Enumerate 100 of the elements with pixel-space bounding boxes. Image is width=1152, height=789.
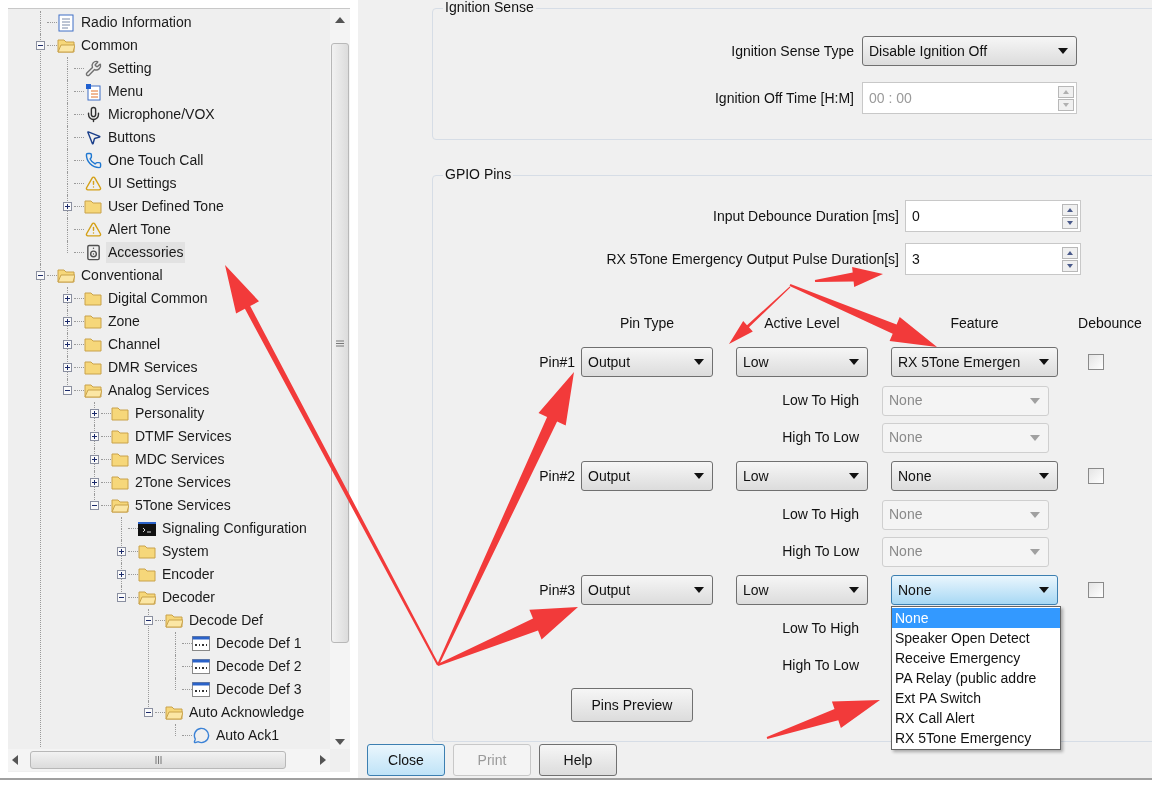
- tree-item[interactable]: Conventional: [79, 265, 165, 286]
- tree-item[interactable]: Decode Def 1: [214, 633, 304, 654]
- tree-item[interactable]: UI Settings: [106, 173, 179, 194]
- tree-item[interactable]: MDC Services: [133, 449, 227, 470]
- scroll-left-icon[interactable]: [12, 755, 18, 765]
- caret-icon: [694, 587, 704, 593]
- scroll-right-icon[interactable]: [320, 755, 326, 765]
- horizontal-scrollbar[interactable]: [8, 749, 330, 771]
- dropdown[interactable]: Disable Ignition Off: [862, 36, 1077, 66]
- expand-toggle-icon[interactable]: [89, 409, 99, 418]
- spin-field[interactable]: 3: [905, 243, 1081, 275]
- tree-item[interactable]: DTMF Services: [133, 426, 234, 447]
- field-label: Input Debounce Duration [ms]: [713, 206, 899, 226]
- tree-item[interactable]: Menu: [106, 81, 146, 102]
- expand-toggle-icon[interactable]: [62, 317, 72, 326]
- checkbox[interactable]: [1088, 468, 1104, 484]
- column-header: Feature: [949, 313, 1000, 333]
- expand-toggle-icon[interactable]: [89, 455, 99, 464]
- scrollbar-thumb[interactable]: [331, 43, 349, 643]
- dropdown[interactable]: None: [891, 575, 1058, 605]
- tree-item[interactable]: Decode Def 2: [214, 656, 304, 677]
- expand-toggle-icon[interactable]: [62, 363, 72, 372]
- tree-item[interactable]: 5Tone Services: [133, 495, 233, 516]
- scroll-up-icon[interactable]: [335, 17, 345, 23]
- pins-preview-button[interactable]: Pins Preview: [571, 688, 693, 722]
- expand-toggle-icon[interactable]: [62, 340, 72, 349]
- tree-item[interactable]: Zone: [106, 311, 142, 332]
- tree-item[interactable]: Buttons: [106, 127, 158, 148]
- dropdown[interactable]: Low: [736, 461, 868, 491]
- tree-item[interactable]: Signaling Configuration: [160, 518, 309, 539]
- field-label: Ignition Sense Type: [731, 41, 854, 61]
- tree-item[interactable]: Auto Acknowledge: [187, 702, 307, 723]
- folder-icon: [138, 590, 156, 605]
- spin-down-icon[interactable]: [1062, 259, 1078, 272]
- dropdown[interactable]: Output: [581, 575, 713, 605]
- dialog-button[interactable]: Help: [539, 744, 617, 776]
- dialog-button[interactable]: Close: [367, 744, 445, 776]
- collapse-toggle-icon[interactable]: [89, 501, 99, 510]
- collapse-toggle-icon[interactable]: [35, 271, 45, 280]
- dropdown[interactable]: Output: [581, 347, 713, 377]
- expand-toggle-icon[interactable]: [62, 294, 72, 303]
- dropdown[interactable]: None: [891, 461, 1058, 491]
- tree-item[interactable]: Decode Def 3: [214, 679, 304, 700]
- dropdown-option[interactable]: Receive Emergency: [892, 648, 1060, 668]
- tree-item[interactable]: Auto Ack1: [214, 725, 282, 746]
- caret-icon: [1030, 397, 1040, 404]
- tree-item[interactable]: Digital Common: [106, 288, 210, 309]
- tree-item[interactable]: Channel: [106, 334, 163, 355]
- spin-up-icon[interactable]: [1062, 246, 1078, 259]
- caret-icon: [1030, 434, 1040, 441]
- spin-field[interactable]: 0: [905, 200, 1081, 232]
- checkbox[interactable]: [1088, 354, 1104, 370]
- dropdown[interactable]: Low: [736, 347, 868, 377]
- folder-icon: [138, 567, 156, 582]
- tree-item[interactable]: Analog Services: [106, 380, 212, 401]
- dropdown-option[interactable]: PA Relay (public addre: [892, 668, 1060, 688]
- dropdown[interactable]: Low: [736, 575, 868, 605]
- collapse-toggle-icon[interactable]: [35, 41, 45, 50]
- scroll-down-icon[interactable]: [335, 739, 345, 745]
- collapse-toggle-icon[interactable]: [143, 708, 153, 717]
- tree-item[interactable]: System: [160, 541, 211, 562]
- tree-item[interactable]: Common: [79, 35, 140, 56]
- spin-up-icon[interactable]: [1062, 203, 1078, 216]
- collapse-toggle-icon[interactable]: [143, 616, 153, 625]
- vertical-scrollbar[interactable]: [330, 9, 350, 749]
- tree-item[interactable]: User Defined Tone: [106, 196, 226, 217]
- dropdown-option[interactable]: RX Call Alert: [892, 708, 1060, 728]
- terminal-icon: [138, 521, 156, 536]
- tree-item[interactable]: Decoder: [160, 587, 217, 608]
- caret-icon: [1039, 473, 1049, 479]
- expand-toggle-icon[interactable]: [89, 432, 99, 441]
- expand-toggle-icon[interactable]: [116, 547, 126, 556]
- dropdown-option[interactable]: Speaker Open Detect: [892, 628, 1060, 648]
- dropdown[interactable]: Output: [581, 461, 713, 491]
- folder-icon: [84, 291, 102, 306]
- expand-toggle-icon[interactable]: [89, 478, 99, 487]
- tree-item[interactable]: Encoder: [160, 564, 217, 585]
- tree-item[interactable]: Personality: [133, 403, 207, 424]
- checkbox[interactable]: [1088, 582, 1104, 598]
- tree-item[interactable]: Radio Information: [79, 12, 194, 33]
- dropdown-option[interactable]: RX 5Tone Emergency: [892, 728, 1060, 748]
- field-label: High To Low: [781, 428, 859, 447]
- collapse-toggle-icon[interactable]: [116, 593, 126, 602]
- tree-item[interactable]: Accessories: [106, 242, 186, 263]
- caret-icon: [1030, 511, 1040, 518]
- expand-toggle-icon[interactable]: [116, 570, 126, 579]
- scrollbar-thumb[interactable]: [30, 751, 286, 769]
- collapse-toggle-icon[interactable]: [62, 386, 72, 395]
- tree-item[interactable]: One Touch Call: [106, 150, 206, 171]
- tree-item[interactable]: 2Tone Services: [133, 472, 233, 493]
- tree-item[interactable]: Decode Def: [187, 610, 265, 631]
- spin-down-icon[interactable]: [1062, 216, 1078, 229]
- dropdown[interactable]: RX 5Tone Emergen: [891, 347, 1058, 377]
- tree-item[interactable]: DMR Services: [106, 357, 200, 378]
- pin-label: Pin#1: [538, 352, 575, 372]
- tree-item[interactable]: Alert Tone: [106, 219, 173, 240]
- tree-item[interactable]: Microphone/VOX: [106, 104, 217, 125]
- tree-item[interactable]: Setting: [106, 58, 154, 79]
- expand-toggle-icon[interactable]: [62, 202, 72, 211]
- dropdown-option[interactable]: Ext PA Switch: [892, 688, 1060, 708]
